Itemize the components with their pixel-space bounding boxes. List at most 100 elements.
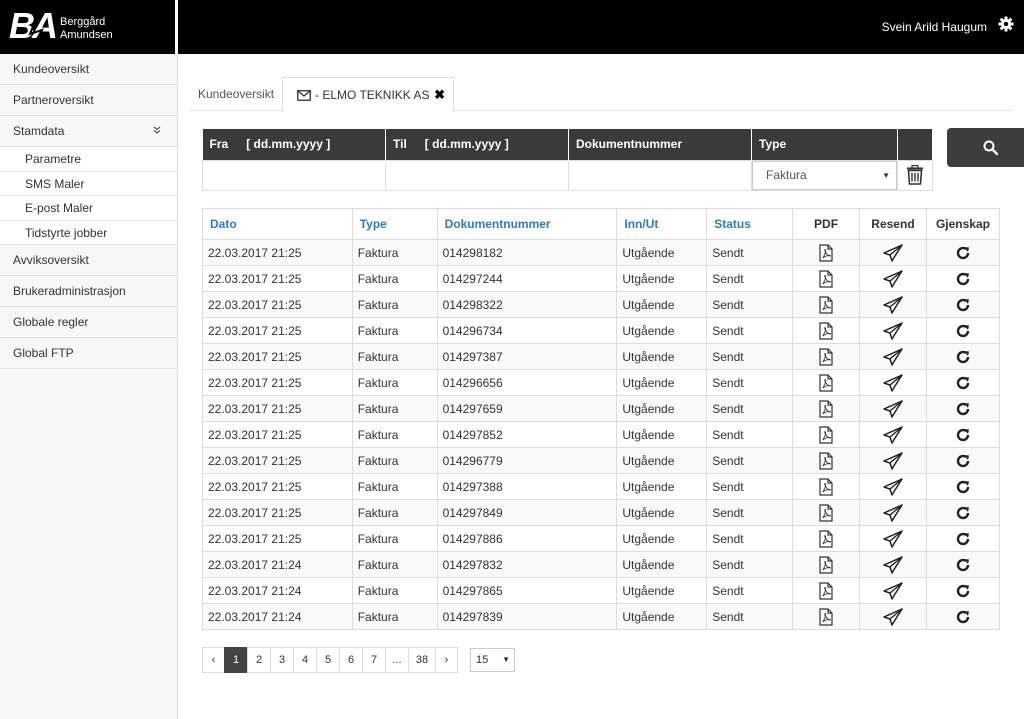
resend-button[interactable] [859,369,927,396]
pdf-button[interactable] [792,265,860,292]
documents-table-body: 22.03.2017 21:25 Faktura 014298182 Utgående… [202,239,1001,630]
resend-button[interactable] [859,603,927,630]
regenerate-button[interactable] [925,421,1001,448]
pdf-button[interactable] [792,551,860,578]
pagination-prev-button[interactable]: ‹ [202,647,225,673]
regenerate-button[interactable] [925,473,1001,500]
resend-button[interactable] [859,265,927,292]
pagination-ellipsis: ... [385,647,409,673]
pdf-button[interactable] [792,395,860,422]
sidebar-subitem-sms-maler[interactable]: SMS Maler [0,171,177,196]
resend-button[interactable] [859,421,927,448]
close-icon[interactable]: ✖ [434,78,445,112]
regenerate-button[interactable] [925,499,1001,526]
pdf-button[interactable] [792,369,860,396]
resend-button[interactable] [859,291,927,318]
table-row: 22.03.2017 21:25 Faktura 014298322 Utgående… [202,291,1001,318]
column-header-dokumentnummer[interactable]: Dokumentnummer [436,208,618,240]
regenerate-button[interactable] [925,369,1001,396]
pdf-button[interactable] [792,343,860,370]
column-header-innut[interactable]: Inn/Ut [616,208,708,240]
type-select[interactable]: Faktura ▼ [752,161,897,190]
resend-button[interactable] [859,525,927,552]
pagination-page-6[interactable]: 6 [339,647,363,673]
envelope-icon [297,90,311,102]
regenerate-button[interactable] [925,317,1001,344]
regenerate-button[interactable] [925,447,1001,474]
filter-fra-date-input[interactable]: [ dd.mm.yyyy ] [246,137,330,151]
pdf-button[interactable] [792,291,860,318]
regenerate-button[interactable] [925,577,1001,604]
search-button[interactable] [947,128,1024,167]
regenerate-button[interactable] [925,239,1001,266]
regenerate-button[interactable] [925,525,1001,552]
sidebar-item-brukeradministrasjon[interactable]: Brukeradministrasjon [0,276,177,307]
filter-dokumentnummer-input[interactable] [568,159,752,191]
regenerate-button[interactable] [925,551,1001,578]
resend-button[interactable] [859,551,927,578]
pagination-page-5[interactable]: 5 [316,647,340,673]
paper-plane-icon [883,399,903,418]
page-size-value: 15 [476,654,489,666]
user-name[interactable]: Svein Arild Haugum [882,20,987,34]
cell-type: Faktura [351,317,438,344]
regenerate-button[interactable] [925,343,1001,370]
table-row: 22.03.2017 21:25 Faktura 014297849 Utgående… [202,499,1001,526]
sidebar-item-partneroversikt[interactable]: Partneroversikt [0,85,177,116]
pdf-button[interactable] [792,473,860,500]
pagination-page-2[interactable]: 2 [247,647,271,673]
trash-icon[interactable] [906,165,924,185]
page-size-select[interactable]: 15 ▼ [470,648,515,672]
column-header-type[interactable]: Type [351,208,438,240]
filter-fra-input[interactable] [202,159,386,191]
sidebar-item-kundeoversikt[interactable]: Kundeoversikt [0,54,177,85]
pagination-page-4[interactable]: 4 [293,647,317,673]
resend-button[interactable] [859,317,927,344]
resend-button[interactable] [859,447,927,474]
pdf-button[interactable] [792,499,860,526]
pagination-page-38[interactable]: 38 [408,647,436,673]
pagination-page-7[interactable]: 7 [362,647,386,673]
pdf-button[interactable] [792,447,860,474]
pdf-button[interactable] [792,603,860,630]
sidebar-item-globale-regler[interactable]: Globale regler [0,307,177,338]
tab-kundeoversikt[interactable]: Kundeoversikt [190,77,282,111]
pagination-page-1[interactable]: 1 [224,647,248,673]
pagination-next-button[interactable]: › [435,647,458,673]
pdf-button[interactable] [792,421,860,448]
gear-icon[interactable] [998,16,1014,32]
column-header-dato[interactable]: Dato [202,208,353,240]
resend-button[interactable] [859,499,927,526]
sidebar-item-global-ftp[interactable]: Global FTP [0,338,177,369]
regenerate-button[interactable] [925,395,1001,422]
regenerate-button[interactable] [925,603,1001,630]
column-header-status[interactable]: Status [706,208,794,240]
pdf-button[interactable] [792,239,860,266]
resend-button[interactable] [859,577,927,604]
regenerate-button[interactable] [925,291,1001,318]
pdf-button[interactable] [792,317,860,344]
sidebar-subitem-epost-maler[interactable]: E-post Maler [0,196,177,221]
sidebar-subitem-label: Tidstyrte jobber [25,225,108,240]
sidebar-subitem-parametre[interactable]: Parametre [0,147,177,172]
resend-button[interactable] [859,343,927,370]
filter-til-input[interactable] [385,159,569,191]
resend-button[interactable] [859,473,927,500]
pdf-button[interactable] [792,525,860,552]
cell-status: Sendt [706,551,794,578]
sidebar-item-avviksoversikt[interactable]: Avviksoversikt [0,245,177,276]
column-header-pdf: PDF [792,208,860,240]
sidebar-subitem-tidstyrte-jobber[interactable]: Tidstyrte jobber [0,220,177,245]
tab-elmo-teknikk[interactable]: - ELMO TEKNIKK AS ✖ [282,77,454,111]
logo[interactable]: BA Berggård Amundsen [0,0,175,54]
filter-til-date-input[interactable]: [ dd.mm.yyyy ] [425,137,509,151]
pdf-file-icon [819,347,833,366]
sidebar-item-stamdata[interactable]: Stamdata [0,116,177,147]
pdf-file-icon [819,555,833,574]
regenerate-button[interactable] [925,265,1001,292]
resend-button[interactable] [859,239,927,266]
filter-til-label: Til [393,137,407,152]
resend-button[interactable] [859,395,927,422]
pdf-button[interactable] [792,577,860,604]
pagination-page-3[interactable]: 3 [270,647,294,673]
